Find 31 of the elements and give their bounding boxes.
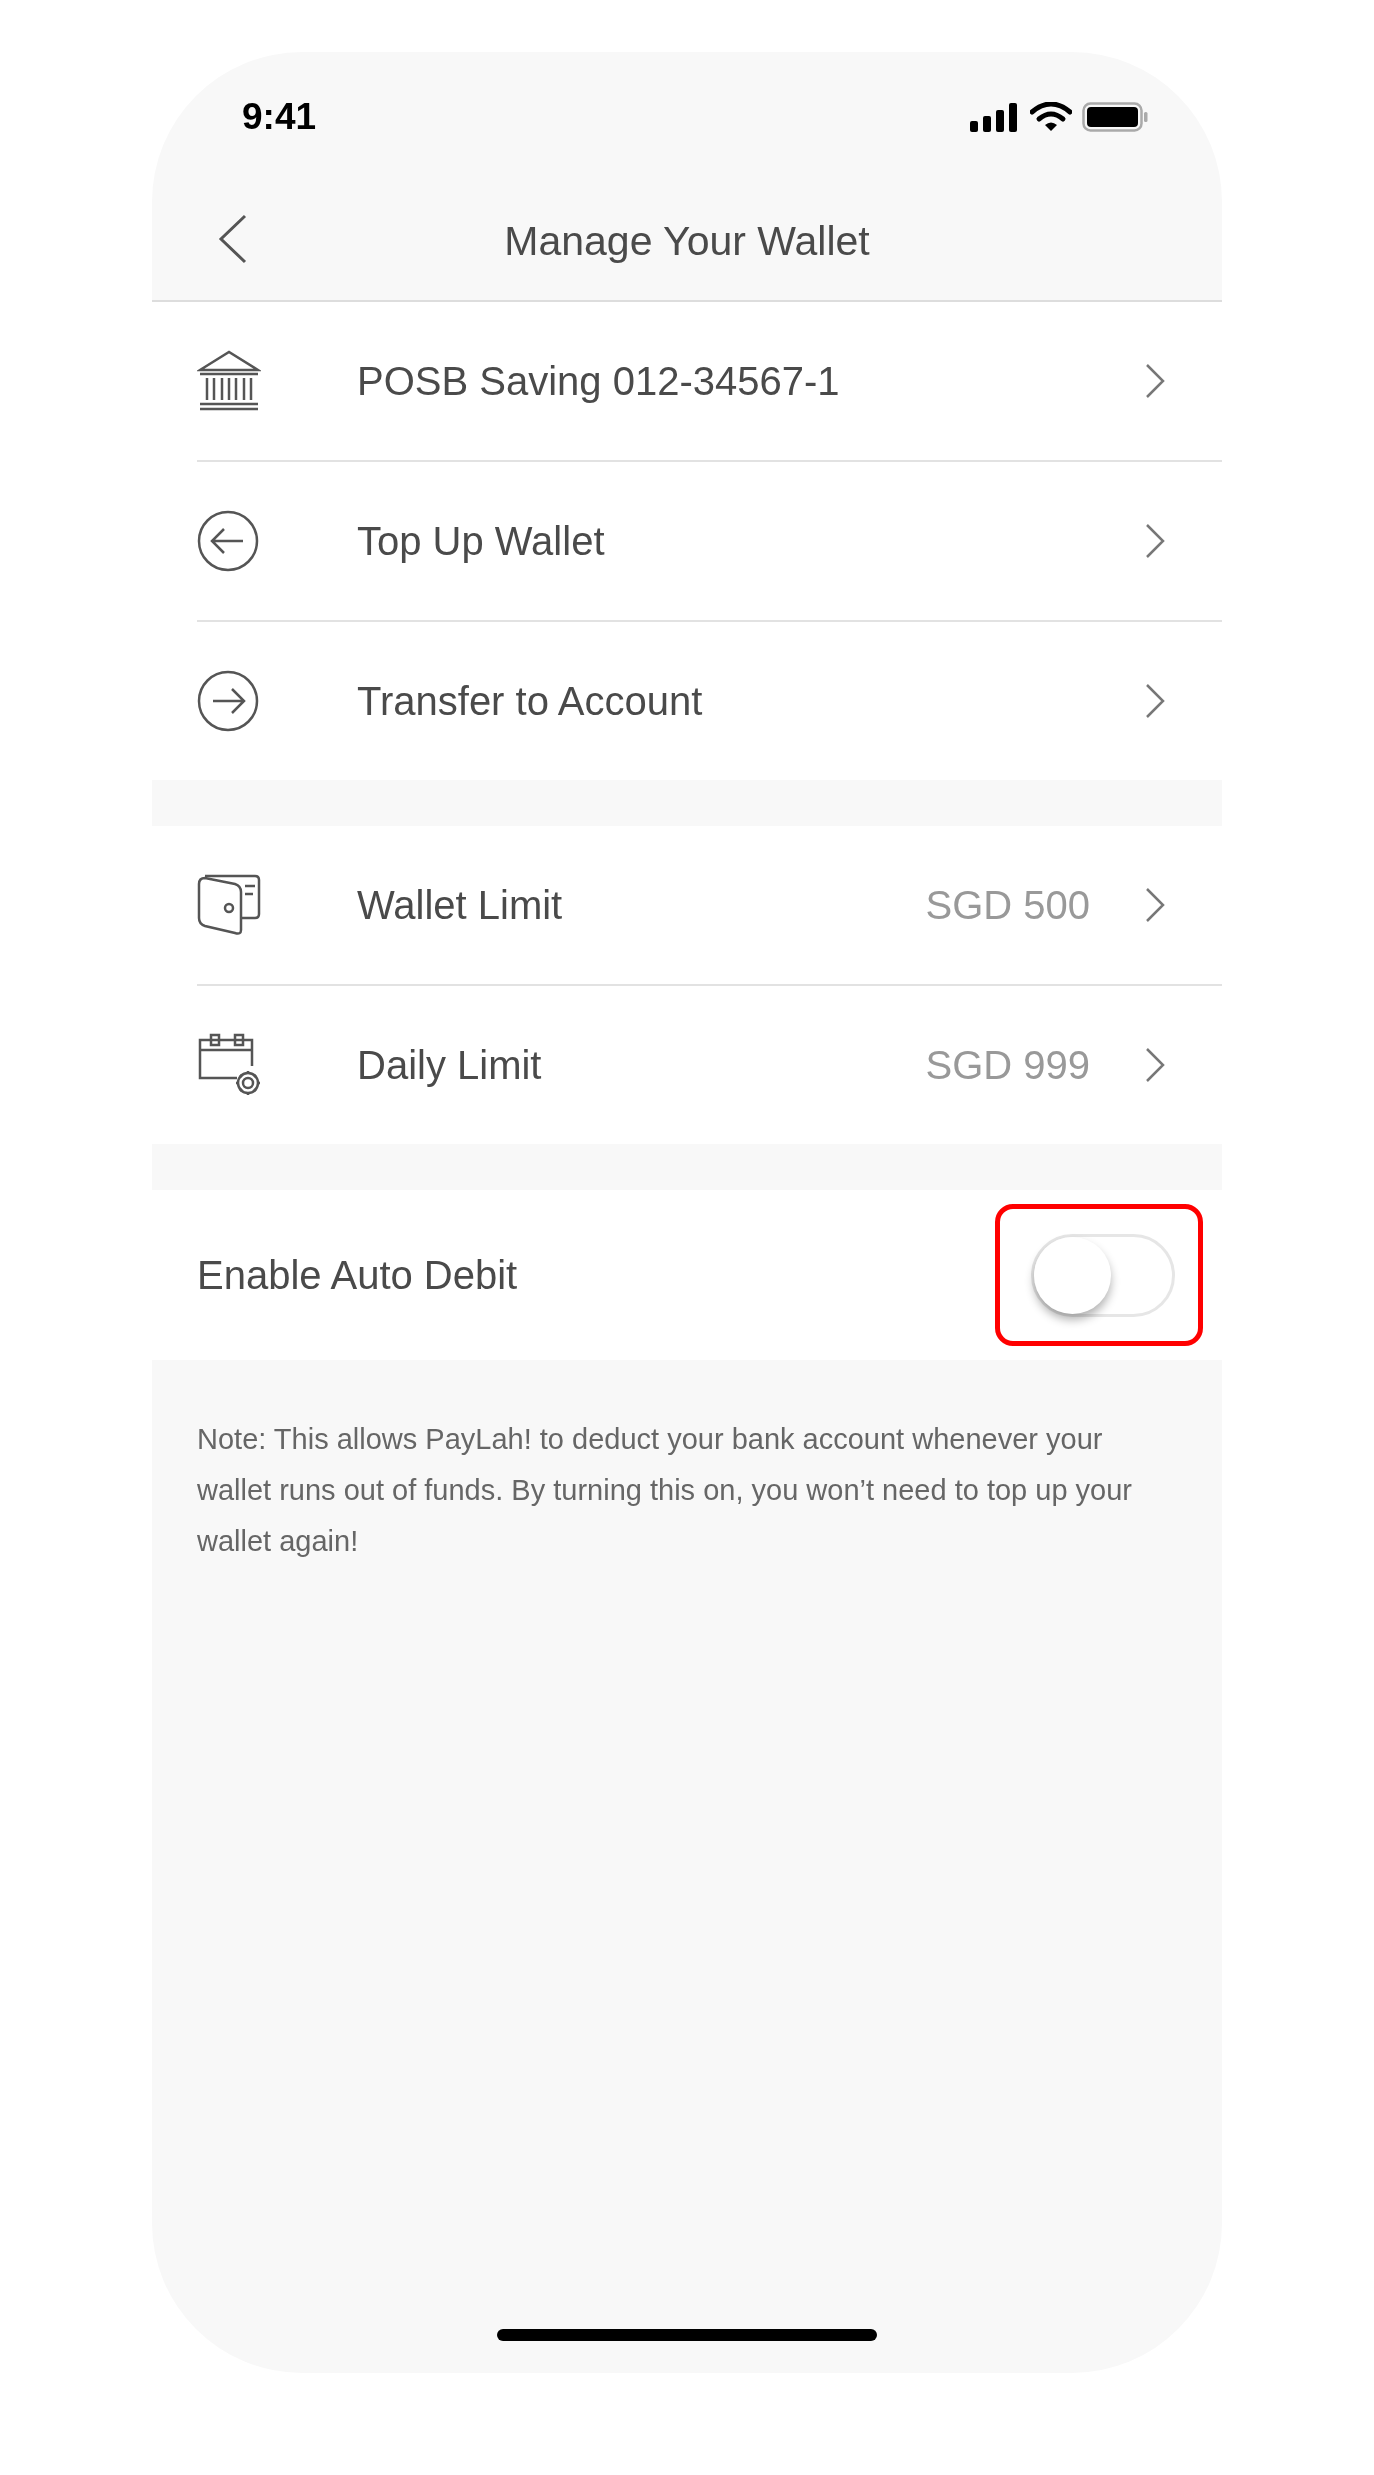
row-label: Transfer to Account <box>357 678 704 724</box>
toggle-label: Enable Auto Debit <box>197 1252 518 1298</box>
chevron-right-icon <box>1145 683 1165 719</box>
row-value: SGD 500 <box>925 882 1090 928</box>
back-button[interactable] <box>218 214 248 264</box>
bank-icon <box>197 350 261 412</box>
screen-title: Manage Your Wallet <box>504 217 870 265</box>
auto-debit-switch[interactable] <box>1031 1233 1175 1317</box>
right-arrow-circle-icon <box>197 670 259 732</box>
chevron-right-icon <box>1145 887 1165 923</box>
row-value: SGD 999 <box>925 1042 1090 1088</box>
row-label: Top Up Wallet <box>357 518 606 564</box>
menu-row[interactable]: Wallet Limit SGD 500 <box>197 826 1222 986</box>
chevron-right-icon <box>1145 523 1165 559</box>
row-label: Wallet Limit <box>357 882 564 928</box>
chevron-right-icon <box>1145 363 1165 399</box>
row-label: Daily Limit <box>357 1042 543 1088</box>
menu-row[interactable]: POSB Saving 012-34567-1 <box>197 302 1222 462</box>
calendar-gear-icon <box>197 1032 263 1098</box>
wifi-icon <box>1030 102 1072 132</box>
note-text: Note: This allows PayLah! to deduct your bank account whenever your wallet runs out of funds. By turning this on, you won’t need to top up your wallet again! <box>197 1422 1133 1559</box>
signal-icon <box>970 102 1020 132</box>
row-label: POSB Saving 012-34567-1 <box>357 358 841 404</box>
left-arrow-circle-icon <box>197 510 259 572</box>
battery-icon <box>1082 102 1148 132</box>
menu-row[interactable]: Transfer to Account <box>197 622 1222 780</box>
status-time: 9:41 <box>242 96 317 138</box>
chevron-right-icon <box>1145 1047 1165 1083</box>
menu-row[interactable]: Daily Limit SGD 999 <box>197 986 1222 1144</box>
wallet-icon <box>197 874 261 936</box>
menu-row[interactable]: Top Up Wallet <box>197 462 1222 622</box>
